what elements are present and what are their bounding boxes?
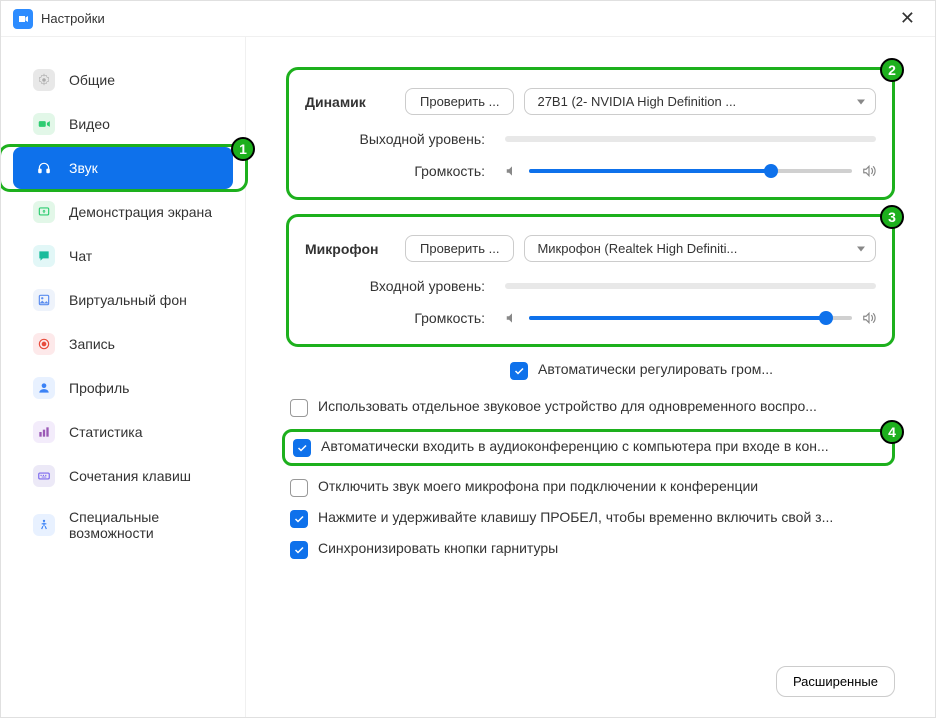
input-level-meter <box>505 283 876 289</box>
share-icon <box>33 201 55 223</box>
sidebar-item-stats[interactable]: Статистика <box>13 411 233 453</box>
test-mic-button[interactable]: Проверить ... <box>405 235 514 262</box>
sidebar-item-label: Сочетания клавиш <box>69 468 213 484</box>
keyboard-icon <box>33 465 55 487</box>
test-speaker-button[interactable]: Проверить ... <box>405 88 514 115</box>
sidebar-item-label: Специальные возможности <box>69 509 213 541</box>
mute-on-join-row: Отключить звук моего микрофона при подкл… <box>286 478 895 497</box>
mic-volume-slider[interactable] <box>529 316 852 320</box>
space-unmute-row: Нажмите и удерживайте клавишу ПРОБЕЛ, чт… <box>286 509 895 528</box>
volume-low-icon <box>505 311 519 325</box>
access-icon <box>33 514 55 536</box>
separate-device-checkbox[interactable] <box>290 399 308 417</box>
headphones-icon <box>33 157 55 179</box>
annotation-badge-1: 1 <box>231 137 255 161</box>
mic-device-dropdown[interactable]: Микрофон (Realtek High Definiti... <box>524 235 876 262</box>
sidebar-item-bg[interactable]: Виртуальный фон <box>13 279 233 321</box>
sidebar-item-label: Статистика <box>69 424 213 440</box>
speaker-device-dropdown[interactable]: 27B1 (2- NVIDIA High Definition ... <box>524 88 876 115</box>
mic-volume-label: Громкость: <box>305 310 505 326</box>
settings-window: Настройки ✕ Общие Видео Звук 1 Демонстрация … <box>0 0 936 718</box>
sidebar-item-profile[interactable]: Профиль <box>13 367 233 409</box>
volume-high-icon <box>862 164 876 178</box>
space-unmute-checkbox[interactable] <box>290 510 308 528</box>
sidebar-item-label: Общие <box>69 72 213 88</box>
sidebar-item-keyboard[interactable]: Сочетания клавиш <box>13 455 233 497</box>
profile-icon <box>33 377 55 399</box>
titlebar: Настройки ✕ <box>1 1 935 37</box>
mic-title: Микрофон <box>305 241 405 257</box>
speaker-section: 2 Динамик Проверить ... 27B1 (2- NVIDIA … <box>286 67 895 200</box>
sync-headset-label: Синхронизировать кнопки гарнитуры <box>318 540 895 556</box>
input-level-label: Входной уровень: <box>305 278 505 294</box>
space-unmute-label: Нажмите и удерживайте клавишу ПРОБЕЛ, чт… <box>318 509 895 525</box>
sidebar-item-headphones[interactable]: Звук <box>13 147 233 189</box>
app-icon <box>13 9 33 29</box>
volume-high-icon <box>862 311 876 325</box>
sidebar-item-share[interactable]: Демонстрация экрана <box>13 191 233 233</box>
sidebar-item-label: Звук <box>69 160 213 176</box>
annotation-badge-2: 2 <box>880 58 904 82</box>
auto-adjust-checkbox[interactable] <box>510 362 528 380</box>
gear-icon <box>33 69 55 91</box>
annotation-badge-4: 4 <box>880 420 904 444</box>
separate-device-label: Использовать отдельное звуковое устройст… <box>318 398 895 414</box>
auto-join-checkbox[interactable] <box>293 439 311 457</box>
stats-icon <box>33 421 55 443</box>
sync-headset-row: Синхронизировать кнопки гарнитуры <box>286 540 895 559</box>
sidebar-item-label: Запись <box>69 336 213 352</box>
speaker-volume-label: Громкость: <box>305 163 505 179</box>
sidebar-item-record[interactable]: Запись <box>13 323 233 365</box>
close-button[interactable]: ✕ <box>892 4 923 33</box>
chat-icon <box>33 245 55 267</box>
advanced-button[interactable]: Расширенные <box>776 666 895 697</box>
sidebar-item-label: Профиль <box>69 380 213 396</box>
output-level-label: Выходной уровень: <box>305 131 505 147</box>
auto-adjust-row: Автоматически регулировать гром... <box>506 361 895 380</box>
main-panel: 2 Динамик Проверить ... 27B1 (2- NVIDIA … <box>246 37 935 717</box>
volume-low-icon <box>505 164 519 178</box>
auto-adjust-label: Автоматически регулировать гром... <box>538 361 895 377</box>
speaker-volume-slider[interactable] <box>529 169 852 173</box>
speaker-title: Динамик <box>305 94 405 110</box>
output-level-meter <box>505 136 876 142</box>
sync-headset-checkbox[interactable] <box>290 541 308 559</box>
auto-join-row: 4 Автоматически входить в аудиоконференц… <box>282 429 895 466</box>
annotation-badge-3: 3 <box>880 205 904 229</box>
sidebar-item-label: Демонстрация экрана <box>69 204 213 220</box>
sidebar-item-access[interactable]: Специальные возможности <box>13 499 233 551</box>
separate-device-row: Использовать отдельное звуковое устройст… <box>286 398 895 417</box>
sidebar-item-chat[interactable]: Чат <box>13 235 233 277</box>
bg-icon <box>33 289 55 311</box>
microphone-section: 3 Микрофон Проверить ... Микрофон (Realt… <box>286 214 895 347</box>
video-icon <box>33 113 55 135</box>
sidebar: ОбщиеВидеоЗвук1Демонстрация экранаЧатВир… <box>1 37 246 717</box>
mute-on-join-checkbox[interactable] <box>290 479 308 497</box>
sidebar-item-video[interactable]: Видео <box>13 103 233 145</box>
window-body: Общие Видео Звук 1 Демонстрация экрана Чат Вир… <box>1 37 935 717</box>
sidebar-item-label: Виртуальный фон <box>69 292 213 308</box>
mute-on-join-label: Отключить звук моего микрофона при подкл… <box>318 478 895 494</box>
sidebar-item-label: Чат <box>69 248 213 264</box>
record-icon <box>33 333 55 355</box>
sidebar-item-gear[interactable]: Общие <box>13 59 233 101</box>
window-title: Настройки <box>41 11 892 26</box>
sidebar-item-label: Видео <box>69 116 213 132</box>
auto-join-label: Автоматически входить в аудиоконференцию… <box>321 438 884 454</box>
